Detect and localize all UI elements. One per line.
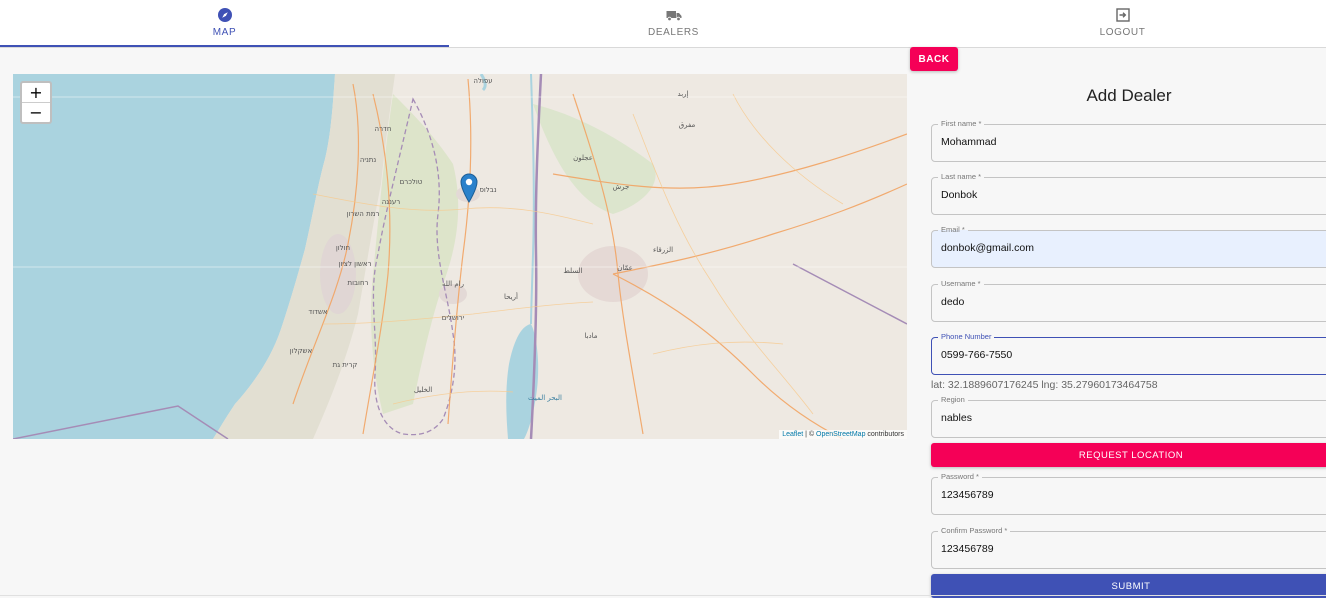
map-label: רעננה [382,198,401,206]
zoom-control: + − [20,81,52,124]
zoom-out-button[interactable]: − [22,102,50,122]
last-name-input[interactable] [941,189,1311,201]
map-label: الخليل [414,386,432,394]
attribution-separator: | © [803,431,817,438]
region-label: Region [938,395,968,405]
tab-indicator [0,45,449,47]
map-label: رام الله [442,280,464,288]
map-label: רחובות [348,279,369,287]
password-input[interactable] [941,489,1311,501]
coordinates-readout: lat: 32.1889607176245 lng: 35.2796017346… [931,379,1158,391]
region-input[interactable] [941,412,1311,424]
map-label: ירושלים [442,314,465,322]
phone-number-field[interactable]: Phone Number [931,332,1326,375]
truck-icon [666,7,682,23]
confirm-password-input[interactable] [941,543,1311,555]
map-label: עפולה [473,77,492,85]
tab-map[interactable]: MAP [0,0,449,47]
map-label: عمّان [617,264,633,272]
map-label: קרית גת [333,361,358,369]
username-label: Username * [938,279,984,289]
email-label: Email * [938,225,968,235]
first-name-label: First name * [938,119,985,129]
last-name-label: Last name * [938,172,985,182]
first-name-input[interactable] [941,136,1311,148]
map-label: חולון [336,244,350,252]
tab-map-label: MAP [212,27,237,38]
region-field[interactable]: Region [931,395,1326,438]
map-view[interactable]: עפולה נתניה חדרה נבלוס טולכרם רמת השרון … [13,74,907,439]
back-button[interactable]: BACK [910,47,958,71]
location-marker-icon[interactable] [460,173,478,203]
tab-dealers[interactable]: DEALERS [449,0,898,47]
last-name-field[interactable]: Last name * [931,172,1326,215]
attribution-suffix: contributors [865,431,904,438]
tab-logout-label: LOGOUT [1099,27,1146,38]
phone-number-input[interactable] [941,349,1311,361]
map-label: البحر الميت [528,394,562,402]
map-label: אשקלון [290,347,313,355]
request-location-button[interactable]: REQUEST LOCATION [931,443,1326,467]
email-field[interactable]: Email * [931,225,1326,268]
phone-number-label: Phone Number [938,332,995,342]
username-input[interactable] [941,296,1311,308]
first-name-field[interactable]: First name * [931,119,1326,162]
map-label: חדרה [375,125,392,133]
tab-dealers-label: DEALERS [648,27,699,38]
tab-logout[interactable]: LOGOUT [898,0,1326,47]
password-field[interactable]: Password * [931,472,1326,515]
logout-icon [1115,7,1130,23]
map-label: عجلون [573,154,593,162]
map-label: أريحا [504,292,518,301]
map-label: טולכרם [400,178,423,186]
compass-icon [217,7,233,23]
page-bottom-divider [0,595,1326,596]
map-label: נבלוס [479,186,496,194]
form-title: Add Dealer [1086,86,1172,105]
confirm-password-field[interactable]: Confirm Password * [931,526,1326,569]
map-label: רמת השרון [347,210,380,218]
zoom-in-button[interactable]: + [22,83,50,102]
password-label: Password * [938,472,982,482]
map-label: السلط [563,267,582,275]
map-attribution: Leaflet | © OpenStreetMap contributors [779,430,907,439]
email-input[interactable] [941,242,1311,254]
map-label: נתניה [360,156,377,164]
map-tiles: עפולה נתניה חדרה נבלוס טולכרם רמת השרון … [13,74,907,439]
map-label: جرش [613,183,630,191]
username-field[interactable]: Username * [931,279,1326,322]
map-label: مفرق [679,121,696,129]
map-label: الزرقاء [653,246,673,254]
map-label: إربد [678,90,689,98]
confirm-password-label: Confirm Password * [938,526,1011,536]
leaflet-link[interactable]: Leaflet [782,431,803,438]
top-tab-bar: MAP DEALERS LOGOUT [0,0,1326,48]
openstreetmap-link[interactable]: OpenStreetMap [816,431,865,438]
map-label: مادبا [584,332,597,340]
map-label: אשדוד [308,308,328,316]
map-label: ראשון לציון [338,260,371,268]
